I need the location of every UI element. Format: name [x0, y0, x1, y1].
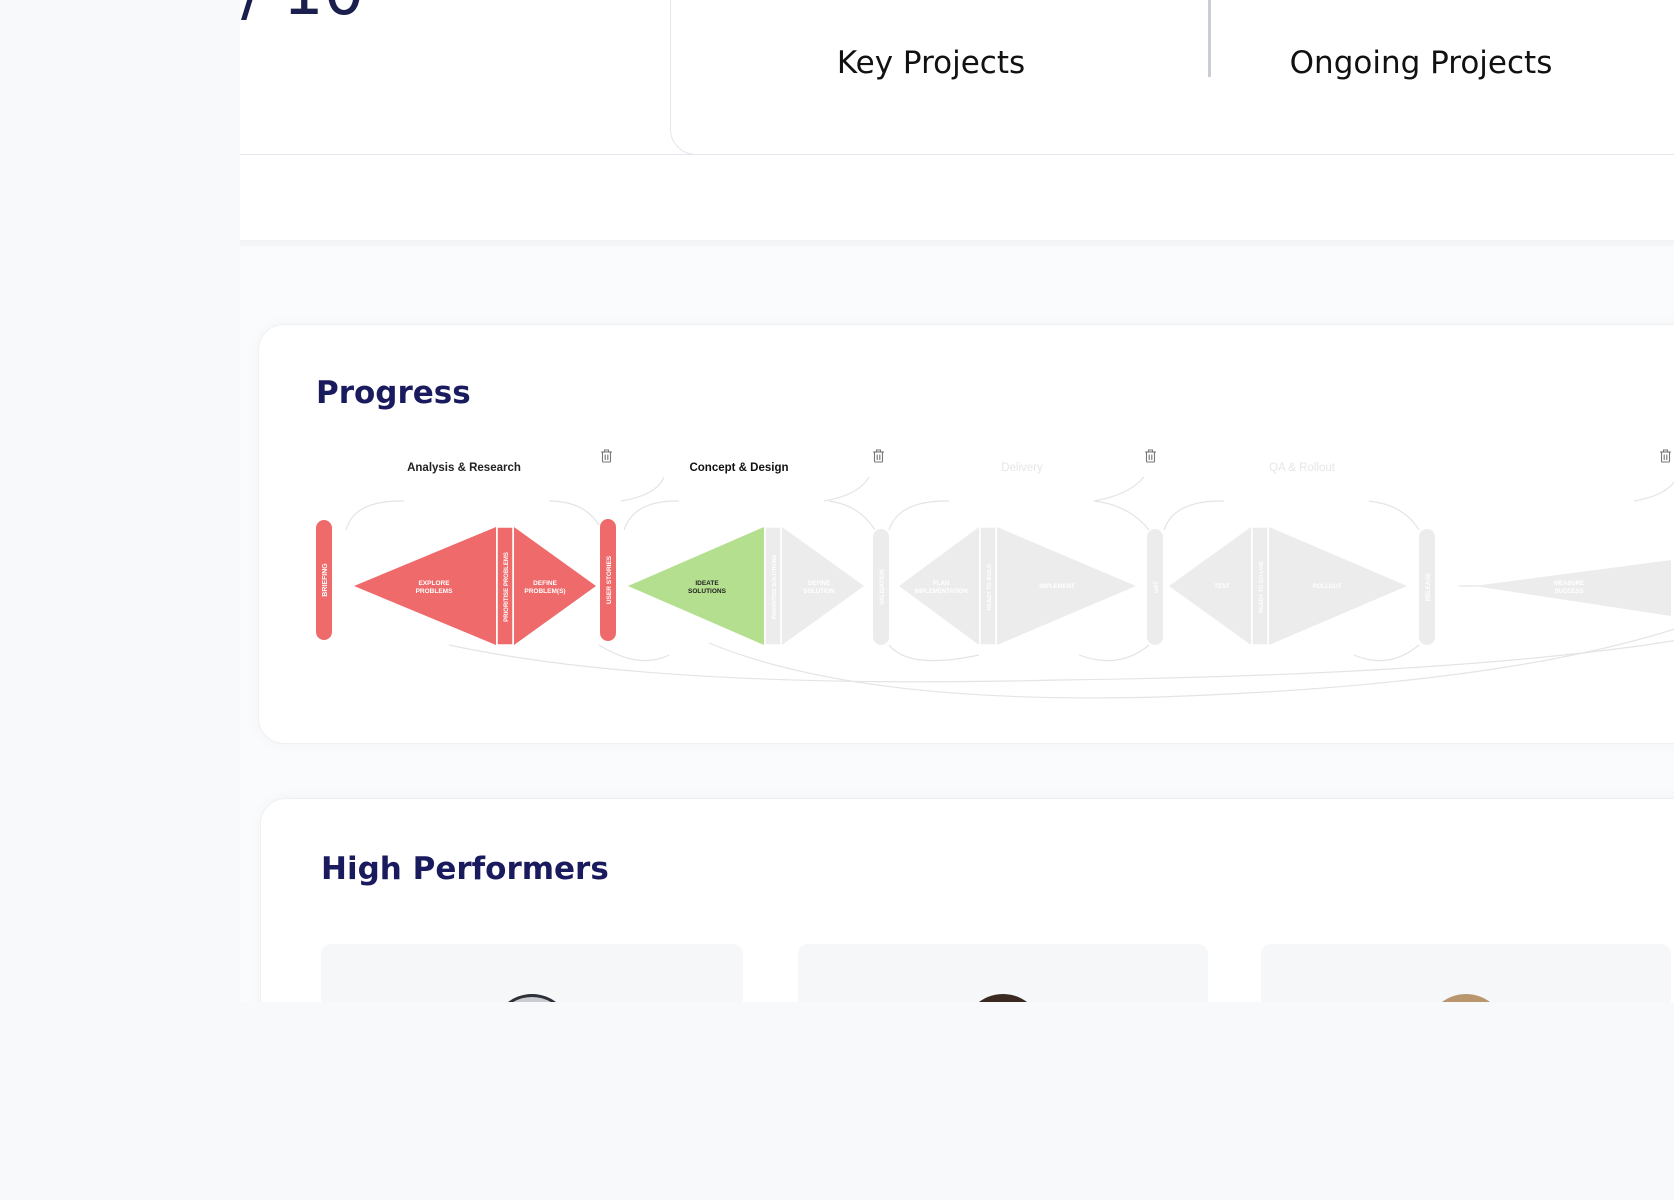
define-problem-label-2: PROBLEM(S)	[524, 588, 565, 595]
release-label: RELEASE	[1426, 573, 1432, 601]
connector-arc	[345, 500, 405, 531]
connector-arc	[448, 640, 1674, 683]
ready-to-go-live-label: READY TO GO LIVE	[1259, 561, 1265, 613]
define-solution-label-2: SOLUTION	[804, 589, 835, 595]
trash-icon[interactable]	[1145, 449, 1156, 463]
phase-label-concept: Concept & Design	[689, 462, 788, 474]
connector-arc	[548, 500, 600, 526]
rollout-label: ROLLOUT	[1313, 584, 1342, 590]
connector-arc	[1353, 644, 1420, 662]
phase-label-analysis: Analysis & Research	[407, 462, 521, 474]
phase-label-delivery: Delivery	[1001, 462, 1043, 474]
connector-arc	[620, 476, 665, 502]
avatar	[1426, 994, 1506, 1002]
user-stories-label: USER STORIES	[606, 555, 613, 604]
connector-arc	[888, 644, 980, 662]
define-solution-label-1: DEFINE	[808, 581, 830, 587]
key-projects-label: Key Projects	[836, 45, 1026, 81]
avatar	[492, 994, 572, 1002]
connector-arc	[1633, 481, 1674, 502]
ready-to-build-label: READY TO BUILD	[987, 564, 993, 611]
connector-arc	[598, 644, 670, 662]
performer-card[interactable]	[321, 944, 743, 1002]
test-label: TEST	[1214, 584, 1230, 590]
define-problem-label-1: DEFINE	[533, 580, 558, 587]
measure-success-step[interactable]	[1474, 560, 1671, 616]
ongoing-projects-label: Ongoing Projects	[1289, 45, 1553, 81]
progress-diagram: BRIEFING EXPLORE PROBLEMS PRIORITISE PRO…	[316, 449, 1674, 699]
projects-card: 12 Key Projects 3 Ongoing Projects	[670, 0, 1674, 155]
trash-icon[interactable]	[1660, 449, 1671, 463]
test-step[interactable]	[1169, 527, 1251, 645]
main-content: / 10 12 Key Projects 3 Ongoing Projects …	[240, 0, 1674, 1002]
key-projects-value: 12	[856, 0, 996, 7]
implement-label: IMPLEMENT	[1039, 584, 1075, 590]
trash-icon[interactable]	[601, 449, 612, 463]
connector-arc	[828, 500, 876, 531]
connector-arc	[1078, 644, 1150, 662]
measure-label-1: MEASURE	[1554, 581, 1584, 587]
measure-label-2: SUCCESS	[1554, 589, 1583, 595]
connector-arc	[888, 500, 950, 531]
performer-card[interactable]	[1261, 944, 1671, 1002]
explore-label-1: EXPLORE	[418, 580, 450, 587]
prioritise-label: PRIORITISE PROBLEMS	[504, 552, 510, 622]
trash-icon[interactable]	[873, 449, 884, 463]
plan-label-1: PLAN	[933, 581, 949, 587]
rating-value: / 10	[241, 0, 364, 25]
connector-arc	[1093, 500, 1150, 531]
connector-arc	[823, 476, 870, 502]
explore-label-2: PROBLEMS	[416, 588, 454, 595]
connector-arc	[708, 628, 1674, 699]
validation-label: VALIDATION	[880, 569, 886, 605]
connector-arc	[1163, 500, 1225, 531]
progress-card: Progress BRIEFING EXPLORE PROBLEMS PRIOR…	[258, 324, 1674, 744]
briefing-label: BRIEFING	[322, 563, 329, 597]
phase-label-qa: QA & Rollout	[1269, 462, 1336, 474]
connector-arc	[1368, 500, 1420, 531]
connector-arc	[1093, 476, 1145, 502]
connector-arc	[623, 500, 680, 531]
high-performers-card: High Performers	[260, 798, 1674, 1002]
uat-label: UAT	[1154, 581, 1160, 593]
ongoing-projects-value: 3	[1351, 0, 1491, 7]
plan-label-2: IMPLEMENTATION	[914, 589, 967, 595]
stat-divider	[1208, 0, 1211, 77]
ideate-label-1: IDEATE	[695, 580, 719, 587]
prioritise-solutions-label: PRIORITISE SOLUTIONS	[772, 554, 778, 619]
high-performers-title: High Performers	[321, 851, 609, 887]
avatar	[963, 994, 1043, 1002]
ideate-label-2: SOLUTIONS	[688, 588, 727, 595]
performer-card[interactable]	[798, 944, 1208, 1002]
